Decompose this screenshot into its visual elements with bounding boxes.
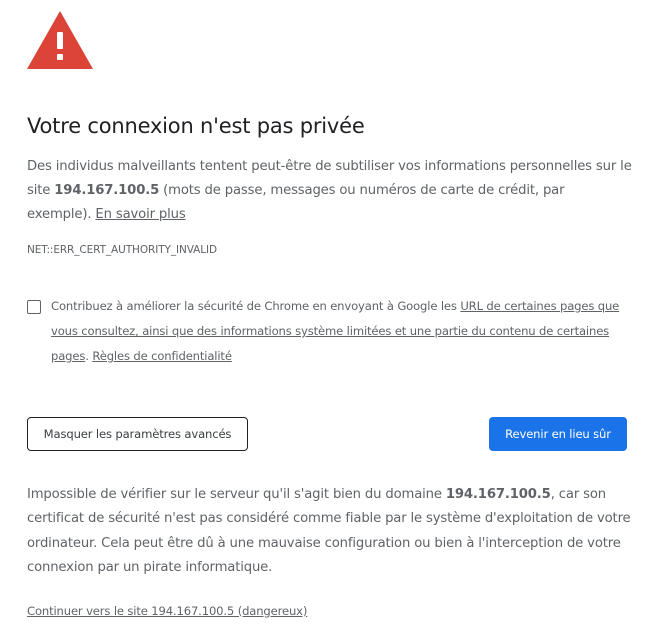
details-host: 194.167.100.5 [445, 487, 551, 502]
page-title: Votre connexion n'est pas privée [27, 114, 365, 138]
error-code: NET::ERR_CERT_AUTHORITY_INVALID [27, 244, 217, 256]
details-paragraph: Impossible de vérifier sur le serveur qu… [27, 483, 632, 580]
details-text-start: Impossible de vérifier sur le serveur qu… [27, 487, 446, 502]
hide-advanced-button[interactable]: Masquer les paramètres avancés [27, 417, 248, 451]
proceed-unsafe-link[interactable]: Continuer vers le site 194.167.100.5 (da… [27, 604, 307, 618]
proceed-paragraph: Continuer vers le site 194.167.100.5 (da… [27, 603, 307, 619]
warning-triangle-icon [27, 11, 93, 69]
extended-reporting-checkbox[interactable] [27, 300, 41, 314]
optin-text-start: Contribuez à améliorer la sécurité de Ch… [51, 299, 461, 313]
intro-paragraph: Des individus malveillants tentent peut-… [27, 155, 632, 227]
intro-host: 194.167.100.5 [54, 183, 160, 198]
optin-label: Contribuez à améliorer la sécurité de Ch… [51, 294, 631, 369]
privacy-policy-link[interactable]: Règles de confidentialité [92, 349, 232, 363]
back-to-safety-button[interactable]: Revenir en lieu sûr [489, 417, 627, 451]
learn-more-link[interactable]: En savoir plus [95, 207, 185, 222]
